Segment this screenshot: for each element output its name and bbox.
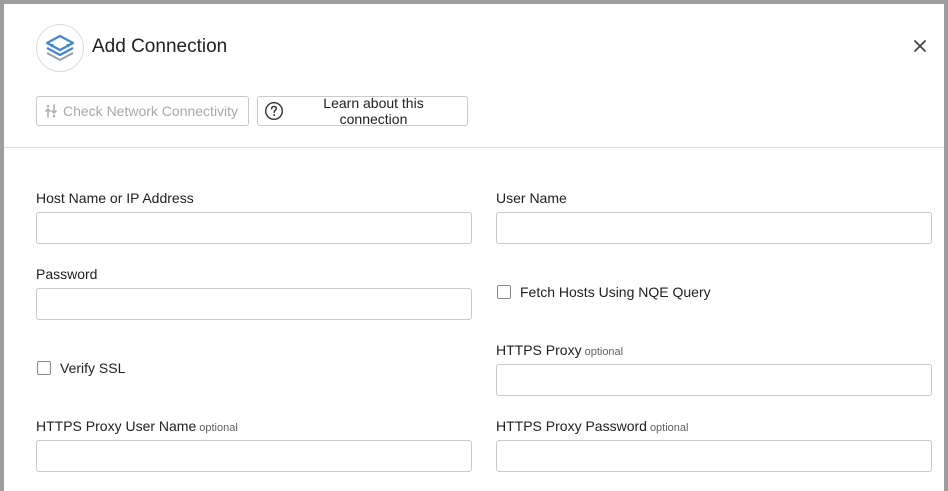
https-proxy-label-text: HTTPS Proxy	[496, 342, 582, 358]
verify-ssl-label[interactable]: Verify SSL	[60, 359, 125, 377]
https-proxy-password-input[interactable]	[496, 440, 932, 472]
learn-about-connection-button[interactable]: Learn about this connection	[257, 95, 468, 127]
https-proxy-user-name-input[interactable]	[36, 440, 472, 472]
check-network-connectivity-label: Check Network Connectivity	[63, 103, 239, 119]
fetch-hosts-checkbox[interactable]	[497, 285, 511, 299]
optional-tag: optional	[199, 422, 238, 434]
learn-about-connection-label: Learn about this connection	[323, 95, 424, 127]
https-proxy-user-name-label: HTTPS Proxy User Name optional	[36, 417, 238, 437]
https-proxy-input[interactable]	[496, 364, 932, 396]
user-name-label-text: User Name	[496, 190, 567, 206]
host-name-input[interactable]	[36, 212, 472, 244]
https-proxy-password-label: HTTPS Proxy Password optional	[496, 417, 688, 437]
https-proxy-label: HTTPS Proxy optional	[496, 341, 623, 361]
password-label: Password	[36, 265, 97, 283]
user-name-label: User Name	[496, 189, 567, 207]
https-proxy-user-name-label-text: HTTPS Proxy User Name	[36, 418, 197, 434]
https-proxy-password-label-text: HTTPS Proxy Password	[496, 418, 647, 434]
dialog-title: Add Connection	[92, 36, 228, 57]
host-name-label-text: Host Name or IP Address	[36, 190, 194, 206]
user-name-input[interactable]	[496, 212, 932, 244]
verify-ssl-label-text: Verify SSL	[60, 360, 126, 376]
host-name-label: Host Name or IP Address	[36, 189, 194, 207]
password-input[interactable]	[36, 288, 472, 320]
add-connection-dialog: Add Connection Check Network Connectivit…	[4, 4, 944, 491]
password-label-text: Password	[36, 266, 98, 282]
header-divider	[4, 147, 944, 148]
fetch-hosts-label-text: Fetch Hosts Using NQE Query	[520, 284, 711, 300]
help-circle-icon	[264, 101, 284, 121]
layers-connection-icon	[36, 24, 84, 72]
optional-tag: optional	[649, 422, 689, 434]
network-check-icon	[43, 103, 59, 119]
check-network-connectivity-button[interactable]: Check Network Connectivity	[36, 96, 249, 126]
fetch-hosts-label[interactable]: Fetch Hosts Using NQE Query	[520, 283, 711, 301]
close-icon[interactable]	[912, 38, 928, 54]
optional-tag: optional	[584, 346, 624, 358]
verify-ssl-checkbox[interactable]	[37, 361, 51, 375]
